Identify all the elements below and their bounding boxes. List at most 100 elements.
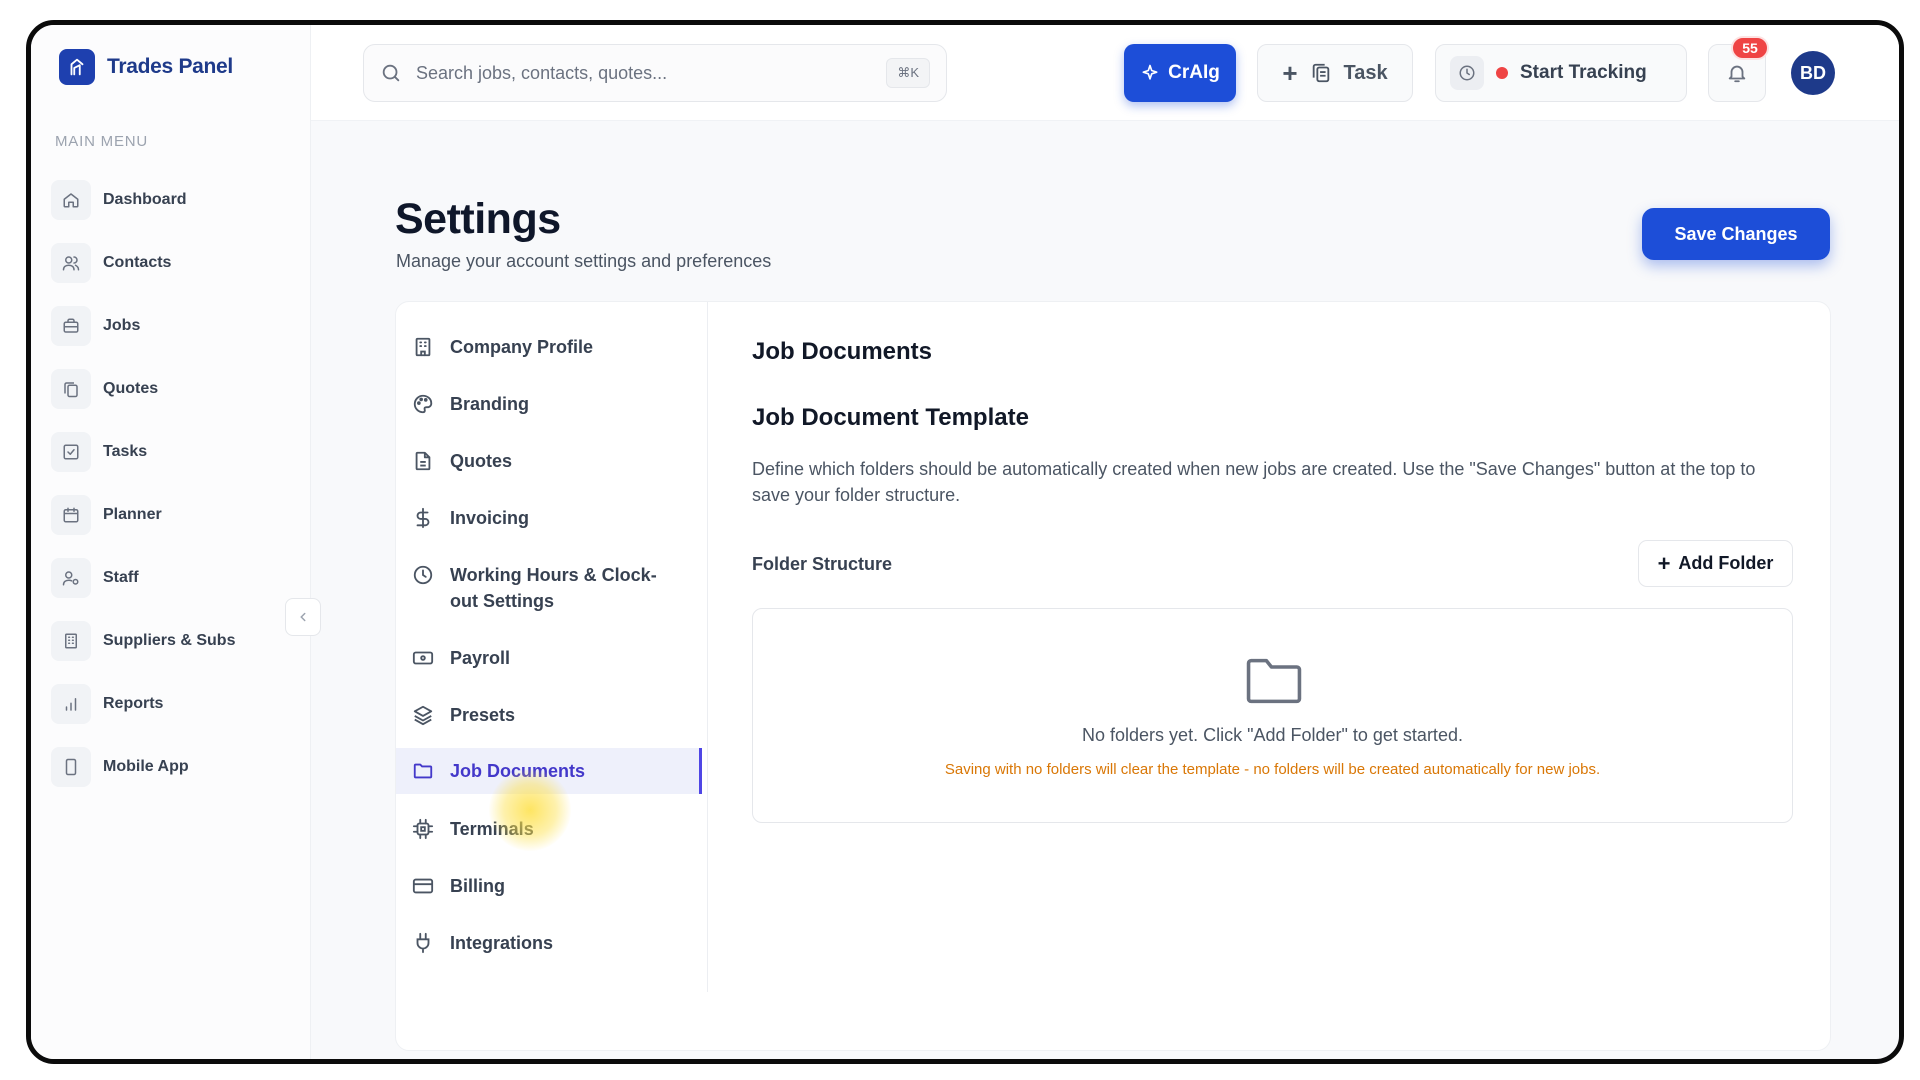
- save-changes-button[interactable]: Save Changes: [1642, 208, 1830, 260]
- settings-nav-integrations[interactable]: Integrations: [396, 930, 702, 956]
- collapse-sidebar-button[interactable]: [285, 598, 321, 636]
- layers-icon: [410, 702, 436, 728]
- folder-structure-label: Folder Structure: [752, 554, 893, 574]
- settings-nav-branding[interactable]: Branding: [396, 391, 702, 417]
- sidebar-item-mobile-app[interactable]: Mobile App: [51, 735, 291, 798]
- folder-icon: [1243, 653, 1305, 714]
- settings-nav-label: Company Profile: [450, 337, 594, 357]
- task-label: Task: [1343, 61, 1388, 84]
- main-nav: Dashboard Contacts Jobs Quotes Tasks Pla…: [51, 168, 291, 798]
- bar-chart-icon: [51, 683, 91, 724]
- settings-card: Company Profile Branding Quotes Invoicin…: [395, 301, 1831, 1051]
- sidebar-item-jobs[interactable]: Jobs: [51, 294, 291, 357]
- sidebar-item-staff[interactable]: Staff: [51, 546, 291, 609]
- palette-icon: [410, 391, 436, 417]
- search-icon: [382, 64, 400, 82]
- checkbox-icon: [51, 431, 91, 472]
- settings-nav-label: Job Documents: [450, 761, 586, 781]
- banknote-icon: [410, 645, 436, 671]
- settings-nav-invoicing[interactable]: Invoicing: [396, 505, 702, 531]
- notification-count-badge: 55: [1731, 36, 1769, 60]
- top-bar: Search jobs, contacts, quotes... ⌘K CrAI…: [311, 25, 1899, 121]
- settings-nav-company-profile[interactable]: Company Profile: [396, 334, 702, 360]
- sparkle-icon: [1142, 64, 1158, 80]
- search-placeholder: Search jobs, contacts, quotes...: [416, 62, 668, 83]
- user-avatar[interactable]: BD: [1791, 51, 1835, 95]
- smartphone-icon: [51, 746, 91, 787]
- clock-icon: [410, 562, 436, 588]
- copy-document-icon: [51, 368, 91, 409]
- settings-nav: Company Profile Branding Quotes Invoicin…: [396, 302, 708, 992]
- settings-nav-label: Integrations: [450, 933, 554, 953]
- section-title: Job Document Template: [752, 404, 1029, 431]
- tracking-label: Start Tracking: [1520, 62, 1647, 83]
- bell-icon: [1728, 65, 1746, 83]
- dollar-icon: [410, 505, 436, 531]
- settings-nav-label: Payroll: [450, 648, 511, 668]
- credit-card-icon: [410, 873, 436, 899]
- user-cog-icon: [51, 557, 91, 598]
- craig-label: CrAIg: [1168, 62, 1220, 83]
- start-tracking-button[interactable]: Start Tracking: [1435, 44, 1687, 102]
- chip-icon: [410, 816, 436, 842]
- brand-logo-icon: [59, 49, 95, 85]
- sidebar-item-label: Mobile App: [103, 757, 189, 775]
- sidebar-item-label: Suppliers & Subs: [103, 631, 236, 649]
- empty-state-text: No folders yet. Click "Add Folder" to ge…: [1082, 725, 1463, 745]
- sidebar-item-label: Dashboard: [103, 190, 187, 208]
- search-input[interactable]: Search jobs, contacts, quotes... ⌘K: [363, 44, 947, 102]
- sidebar-item-reports[interactable]: Reports: [51, 672, 291, 735]
- folder-empty-state: No folders yet. Click "Add Folder" to ge…: [752, 608, 1793, 823]
- settings-nav-label: Branding: [450, 394, 529, 414]
- calendar-icon: [51, 494, 91, 535]
- sidebar-item-planner[interactable]: Planner: [51, 483, 291, 546]
- settings-nav-quotes[interactable]: Quotes: [396, 448, 702, 474]
- sidebar-item-label: Planner: [103, 505, 162, 523]
- settings-nav-label: Terminals: [450, 819, 534, 839]
- section-description: Define which folders should be automatic…: [752, 459, 1756, 505]
- sidebar-item-label: Jobs: [103, 316, 141, 334]
- clipboard-icon: [1312, 63, 1329, 83]
- chevron-left-icon: [300, 612, 306, 622]
- sidebar: Trades Panel MAIN MENU Dashboard Contact…: [31, 25, 311, 1059]
- users-icon: [51, 242, 91, 283]
- sidebar-item-contacts[interactable]: Contacts: [51, 231, 291, 294]
- brand[interactable]: Trades Panel: [59, 49, 233, 85]
- sidebar-item-tasks[interactable]: Tasks: [51, 420, 291, 483]
- page-subtitle: Manage your account settings and prefere…: [396, 251, 772, 271]
- folder-icon: [410, 758, 436, 784]
- settings-nav-terminals[interactable]: Terminals: [396, 816, 702, 842]
- settings-nav-job-documents[interactable]: Job Documents: [396, 748, 702, 794]
- clock-icon: [1450, 56, 1484, 90]
- home-icon: [51, 179, 91, 220]
- settings-nav-label: Working Hours & Clock-out Settings: [450, 565, 657, 611]
- panel-title: Job Documents: [752, 338, 933, 365]
- settings-nav-label: Quotes: [450, 451, 513, 471]
- sidebar-item-dashboard[interactable]: Dashboard: [51, 168, 291, 231]
- sidebar-item-label: Contacts: [103, 253, 172, 271]
- settings-nav-label: Invoicing: [450, 508, 530, 528]
- briefcase-icon: [51, 305, 91, 346]
- sidebar-item-label: Staff: [103, 568, 139, 586]
- brand-name: Trades Panel: [107, 55, 233, 78]
- craig-ai-button[interactable]: CrAIg: [1124, 44, 1236, 102]
- add-folder-label: Add Folder: [1678, 553, 1774, 573]
- search-shortcut: ⌘K: [886, 58, 930, 88]
- sidebar-item-quotes[interactable]: Quotes: [51, 357, 291, 420]
- settings-nav-working-hours[interactable]: Working Hours & Clock-out Settings: [396, 562, 686, 614]
- file-text-icon: [410, 448, 436, 474]
- add-folder-button[interactable]: + Add Folder: [1638, 540, 1793, 587]
- sidebar-item-suppliers[interactable]: Suppliers & Subs: [51, 609, 291, 672]
- page-title: Settings: [395, 195, 561, 243]
- settings-nav-payroll[interactable]: Payroll: [396, 645, 702, 671]
- empty-state-warning: Saving with no folders will clear the te…: [944, 761, 1601, 778]
- plus-icon: +: [1282, 58, 1298, 88]
- sidebar-item-label: Tasks: [103, 442, 148, 460]
- building-icon: [410, 334, 436, 360]
- settings-nav-presets[interactable]: Presets: [396, 702, 702, 728]
- settings-nav-label: Billing: [450, 876, 505, 896]
- settings-nav-billing[interactable]: Billing: [396, 873, 702, 899]
- recording-dot-icon: [1496, 67, 1508, 79]
- add-task-button[interactable]: + Task: [1257, 44, 1413, 102]
- settings-nav-label: Presets: [450, 705, 516, 725]
